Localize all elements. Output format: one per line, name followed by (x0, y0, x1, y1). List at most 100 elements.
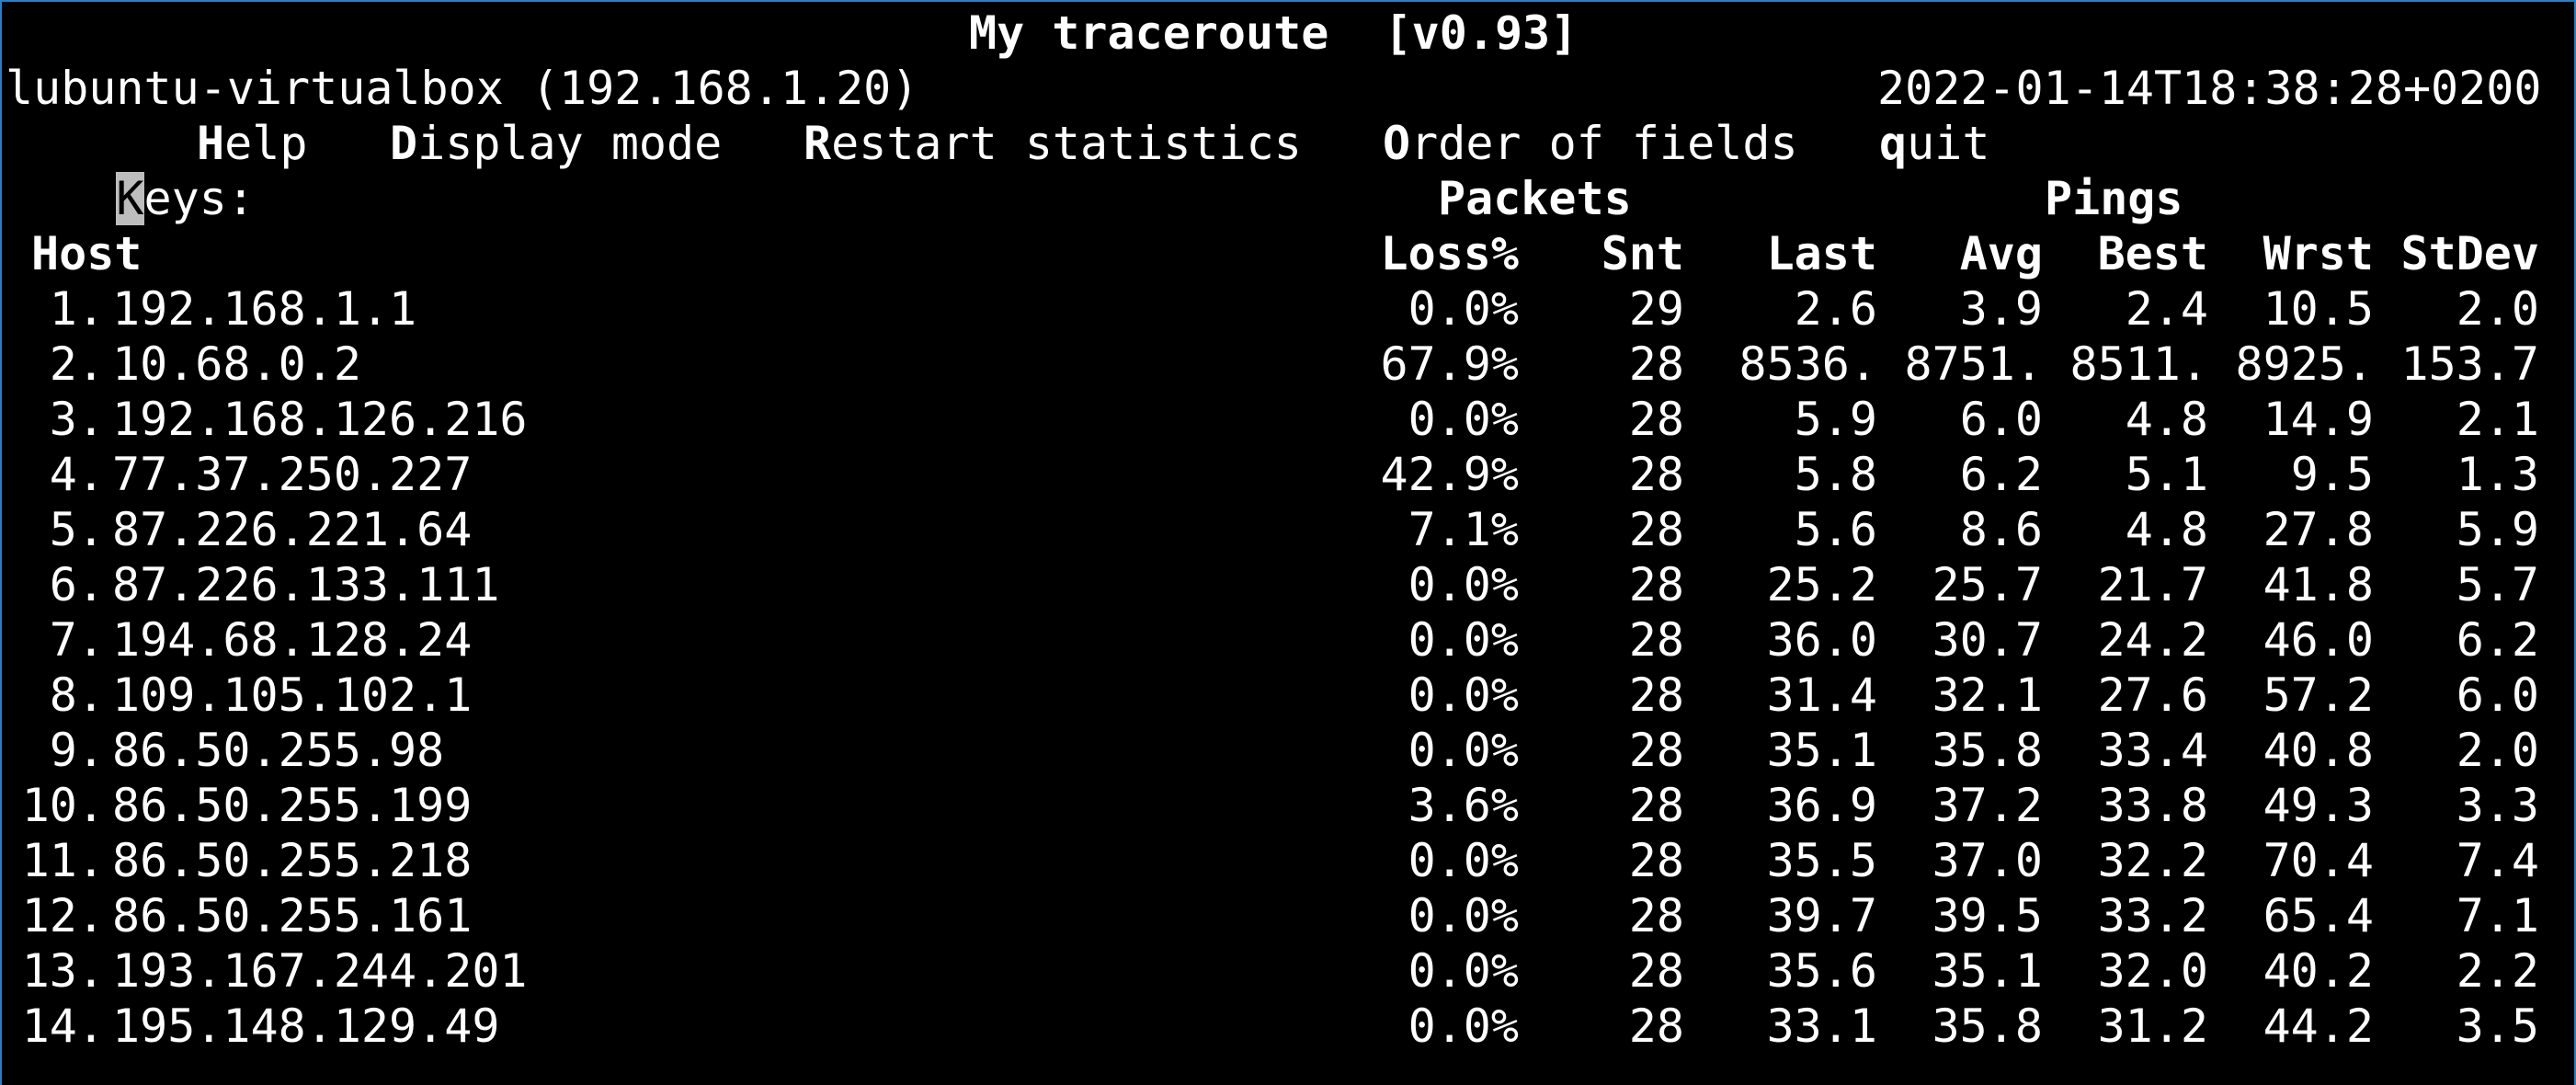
hop-avg: 39.5 (1932, 889, 2043, 942)
key-display-mode-label: isplay mode (417, 117, 723, 170)
key-order-hotkey: O (1383, 117, 1411, 170)
hop-snt: 28 (1628, 558, 1684, 611)
hop-snt: 28 (1628, 779, 1684, 832)
hop-number: 4. (49, 448, 105, 501)
hop-stdev: 153.7 (2400, 337, 2539, 391)
hop-last: 8536. (1738, 337, 1877, 391)
local-host-info: lubuntu-virtualbox (192.168.1.20) (6, 62, 919, 115)
column-header-snt: Snt (1601, 227, 1684, 280)
hop-host: 87.226.133.111 (112, 558, 500, 611)
hop-wrst: 65.4 (2263, 889, 2374, 942)
hop-loss: 67.9% (1380, 337, 1519, 391)
table-row: 11. 86.50.255.218 0.0% 28 35.5 37.0 32.2 70.4 7.… (2, 833, 2576, 888)
hop-best: 5.1 (2125, 448, 2208, 501)
packets-group-header: Packets (1438, 172, 1632, 225)
hop-host: 86.50.255.161 (112, 889, 473, 942)
hop-loss: 7.1% (1408, 503, 1519, 556)
table-row: 9. 86.50.255.98 0.0% 28 35.1 35.8 33.4 40.8 2.0 (2, 723, 2576, 778)
hop-host: 192.168.126.216 (112, 393, 528, 446)
hop-host: 193.167.244.201 (112, 944, 528, 998)
hop-avg: 6.0 (1959, 393, 2043, 446)
hop-last: 36.9 (1766, 779, 1877, 832)
hop-loss: 42.9% (1380, 448, 1519, 501)
hop-avg: 35.8 (1932, 724, 2043, 777)
column-header-stdev: StDev (2400, 227, 2539, 280)
hop-stdev: 7.4 (2456, 834, 2539, 887)
hop-stdev: 5.7 (2456, 558, 2539, 611)
column-header-loss: Loss% (1380, 227, 1519, 280)
column-header-host: Host (31, 227, 142, 280)
hop-best: 33.8 (2097, 779, 2208, 832)
hop-last: 5.6 (1794, 503, 1877, 556)
hop-number: 1. (49, 282, 105, 336)
hop-snt: 28 (1628, 889, 1684, 942)
hop-wrst: 27.8 (2263, 503, 2374, 556)
hop-wrst: 40.2 (2263, 944, 2374, 998)
hop-number: 12. (21, 889, 105, 942)
table-row: 14. 195.148.129.49 0.0% 28 33.1 35.8 31.2 44.2 3… (2, 999, 2576, 1054)
hop-avg: 37.2 (1932, 779, 2043, 832)
hop-loss: 0.0% (1408, 668, 1519, 722)
key-help-hotkey: H (197, 117, 225, 170)
hop-host: 86.50.255.98 (112, 724, 445, 777)
hop-wrst: 41.8 (2263, 558, 2374, 611)
table-row: 5. 87.226.221.64 7.1% 28 5.6 8.6 4.8 27.8 5.9 (2, 502, 2576, 557)
hop-loss: 0.0% (1408, 834, 1519, 887)
hop-last: 5.8 (1794, 448, 1877, 501)
key-display-mode[interactable]: Display mode (390, 116, 722, 171)
hop-best: 33.4 (2097, 724, 2208, 777)
hop-wrst: 46.0 (2263, 613, 2374, 667)
hop-host: 87.226.221.64 (112, 503, 473, 556)
hop-last: 33.1 (1766, 999, 1877, 1053)
hop-snt: 28 (1628, 668, 1684, 722)
hop-loss: 0.0% (1408, 613, 1519, 667)
hop-host: 195.148.129.49 (112, 999, 500, 1053)
key-order-label: rder of fields (1410, 117, 1798, 170)
hop-wrst: 9.5 (2290, 448, 2374, 501)
hop-number: 10. (21, 779, 105, 832)
hop-avg: 25.7 (1932, 558, 2043, 611)
hop-snt: 28 (1628, 448, 1684, 501)
hop-wrst: 14.9 (2263, 393, 2374, 446)
hop-loss: 3.6% (1408, 779, 1519, 832)
key-order-of-fields[interactable]: Order of fields (1383, 116, 1798, 171)
key-quit[interactable]: quit (1879, 116, 1989, 171)
table-row: 10. 86.50.255.199 3.6% 28 36.9 37.2 33.8 49.3 3.… (2, 778, 2576, 833)
hop-host: 192.168.1.1 (112, 282, 417, 336)
hop-avg: 3.9 (1959, 282, 2043, 336)
hop-best: 31.2 (2097, 999, 2208, 1053)
hop-last: 31.4 (1766, 668, 1877, 722)
hop-last: 35.6 (1766, 944, 1877, 998)
hop-wrst: 8925. (2235, 337, 2374, 391)
hop-snt: 28 (1628, 613, 1684, 667)
key-quit-label: uit (1907, 117, 1990, 170)
key-restart-hotkey: R (804, 117, 832, 170)
hop-stdev: 5.9 (2456, 503, 2539, 556)
hop-best: 32.2 (2097, 834, 2208, 887)
key-quit-hotkey: q (1879, 117, 1908, 170)
hop-stdev: 1.3 (2456, 448, 2539, 501)
hop-best: 32.0 (2097, 944, 2208, 998)
keys-label: eys: (143, 172, 255, 225)
key-help[interactable]: Help (197, 116, 307, 171)
hop-number: 3. (49, 393, 105, 446)
hop-avg: 8751. (1904, 337, 2043, 391)
text-cursor: K (116, 172, 144, 225)
hop-wrst: 57.2 (2263, 668, 2374, 722)
hop-stdev: 6.2 (2456, 613, 2539, 667)
key-help-label: elp (224, 117, 308, 170)
terminal-window[interactable]: My traceroute [v0.93] lubuntu-virtualbox… (0, 0, 2576, 1085)
hop-last: 39.7 (1766, 889, 1877, 942)
hop-avg: 30.7 (1932, 613, 2043, 667)
hop-number: 6. (49, 558, 105, 611)
hop-stdev: 3.3 (2456, 779, 2539, 832)
key-restart-statistics[interactable]: Restart statistics (804, 116, 1302, 171)
hop-host: 109.105.102.1 (112, 668, 473, 722)
hop-snt: 28 (1628, 724, 1684, 777)
hop-wrst: 70.4 (2263, 834, 2374, 887)
hop-host: 86.50.255.199 (112, 779, 473, 832)
hop-number: 7. (49, 613, 105, 667)
column-header-best: Best (2097, 227, 2208, 280)
hop-number: 8. (49, 668, 105, 722)
hop-loss: 0.0% (1408, 944, 1519, 998)
